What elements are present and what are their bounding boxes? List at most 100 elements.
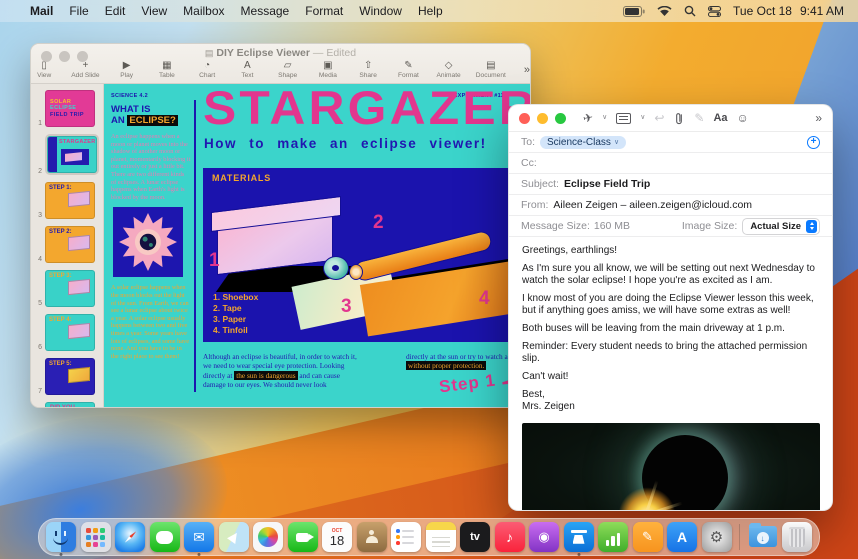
dock-item-maps[interactable] [218, 522, 249, 552]
menu-item[interactable]: Format [305, 4, 343, 18]
dock-item-notes[interactable] [425, 522, 456, 552]
wifi-icon[interactable] [657, 5, 672, 17]
toolbar-overflow-chevron[interactable]: » [524, 64, 530, 76]
toolbar-button-label: Chart [199, 72, 216, 79]
menu-item[interactable]: File [69, 4, 88, 18]
eclipse-photo-attachment[interactable] [522, 423, 820, 510]
dock-item-pages[interactable]: ✎ [632, 522, 663, 552]
dock-item-contacts[interactable] [356, 522, 387, 552]
dock-item-finder[interactable] [46, 522, 76, 556]
search-icon[interactable] [684, 5, 696, 17]
keynote-toolbar-button[interactable]: ▤ Document [476, 60, 506, 79]
document-proxy-icon[interactable]: ▤ [205, 48, 214, 58]
dock-item-downloads[interactable]: ↓ [748, 522, 778, 552]
image-size-dropdown[interactable]: Actual Size [742, 217, 820, 235]
slide-thumbnail-6[interactable]: STEP 4: [45, 314, 95, 351]
control-center-icon[interactable] [708, 5, 722, 17]
keynote-toolbar-button[interactable]: ▣ Media [315, 60, 341, 79]
menu-item[interactable]: Mailbox [183, 4, 224, 18]
slide-thumbnail-5[interactable]: STEP 3: [45, 270, 95, 307]
dock-item-trash[interactable] [782, 522, 812, 552]
add-recipient-button[interactable]: + [807, 135, 820, 149]
fonts-button[interactable]: Aa [713, 112, 727, 124]
minimize-button[interactable] [59, 51, 70, 62]
keynote-toolbar-button[interactable]: ▦ Table [154, 60, 180, 79]
toolbar-button-icon: A [244, 60, 251, 71]
slide-canvas[interactable]: SCIENCE 4.2 EXPERIMENT #11 WHAT IS AN EC… [104, 84, 530, 407]
keynote-toolbar-button[interactable]: + Add Slide [71, 60, 99, 79]
zoom-button[interactable] [555, 112, 566, 124]
keynote-toolbar-button[interactable]: ▱ Shape [275, 60, 301, 79]
menu-item[interactable]: View [141, 4, 167, 18]
keynote-toolbar-button[interactable]: ⇧ Share [355, 60, 381, 79]
recipient-token[interactable]: Science-Class ∨ [540, 135, 627, 149]
dock-item-safari[interactable] [115, 522, 145, 552]
send-options-chevron[interactable]: ∨ [602, 112, 607, 124]
menu-bar-time[interactable]: 9:41 AM [800, 4, 844, 18]
cc-field[interactable]: Cc: [509, 153, 832, 174]
materials-heading: MATERIALS [212, 173, 272, 183]
body-paragraph: Can't wait! [522, 371, 569, 382]
dock-item-podcasts[interactable]: ◉ [529, 522, 559, 552]
dock-item-calendar[interactable]: OCT 18 [322, 522, 352, 552]
reply-button[interactable]: ↩ [654, 112, 664, 124]
dock-item-keynote[interactable] [563, 522, 594, 556]
dock-item-messages[interactable] [149, 522, 180, 552]
dock-item-appstore[interactable]: A [667, 522, 697, 552]
dock-item-reminders[interactable] [391, 522, 421, 552]
menu-item[interactable]: Window [359, 4, 402, 18]
calendar-icon: OCT 18 [322, 522, 352, 552]
emoji-button[interactable]: ☺ [737, 112, 749, 124]
menu-item[interactable]: Help [418, 4, 443, 18]
keynote-toolbar-button[interactable]: ▶ Play [114, 60, 140, 79]
send-button[interactable]: ✈ [582, 110, 595, 126]
body-paragraph: As I'm sure you all know, we will be set… [522, 263, 815, 286]
menu-bar-date[interactable]: Tue Oct 18 [733, 4, 792, 18]
message-size-value: 160 MB [593, 220, 631, 232]
slide-thumbnail-8[interactable]: DID YOU KNOW [45, 402, 95, 407]
keynote-toolbar: ▯ View + Add Slide ▶ Play ▦ Table ◔ Char… [31, 60, 530, 79]
subject-field[interactable]: Subject: Eclipse Field Trip [509, 174, 832, 195]
dock-item-music[interactable]: ♪ [494, 522, 525, 552]
keynote-toolbar-button[interactable]: ◔ Chart [194, 60, 220, 79]
slide-number: 5 [38, 300, 42, 307]
dock-item-photos[interactable] [253, 522, 283, 552]
slide-thumbnail-1[interactable]: SOLAR ECLIPSE FIELD TRIP [45, 90, 95, 127]
menu-item[interactable]: Message [241, 4, 290, 18]
to-field[interactable]: To: Science-Class ∨ + [509, 132, 832, 153]
header-fields-button[interactable] [616, 112, 632, 124]
menu-app-name[interactable]: Mail [30, 4, 53, 18]
message-body[interactable]: Greetings, earthlings! As I'm sure you al… [509, 237, 832, 421]
compose-format-button[interactable]: ✎ [694, 112, 704, 124]
dock-item-launchpad[interactable] [80, 522, 111, 552]
dock-item-settings[interactable]: ⚙ [701, 522, 732, 552]
header-fields-chevron[interactable]: ∨ [640, 112, 645, 124]
toolbar-button-label: Play [120, 72, 134, 79]
toolbar-button-icon: ▦ [162, 60, 172, 71]
dock-item-numbers[interactable] [598, 522, 628, 552]
slide-thumbnail-3[interactable]: STEP 1: [45, 182, 95, 219]
materials-list-item: 3. Paper [213, 314, 247, 324]
notes-icon [425, 522, 456, 552]
close-button[interactable] [519, 112, 530, 124]
toolbar-overflow-chevron[interactable]: » [815, 111, 822, 125]
attach-button[interactable] [673, 112, 685, 125]
dock-item-appletv[interactable]: tv [460, 522, 490, 552]
keynote-toolbar-button[interactable]: ✎ Format [395, 60, 421, 79]
battery-icon[interactable] [623, 5, 645, 17]
keynote-toolbar-button[interactable]: ▯ View [31, 60, 57, 79]
podcasts-icon: ◉ [529, 522, 559, 552]
keynote-toolbar-button[interactable]: ◇ Animate [436, 60, 462, 79]
slide-thumbnail-4[interactable]: STEP 2: [45, 226, 95, 263]
close-button[interactable] [41, 51, 52, 62]
menu-item[interactable]: Edit [105, 4, 126, 18]
zoom-button[interactable] [77, 51, 88, 62]
slide-thumbnail-2-selected[interactable]: STARGAZER [47, 136, 97, 173]
from-field[interactable]: From: Aileen Zeigen – aileen.zeigen@iclo… [509, 195, 832, 216]
dock-item-mail[interactable]: ✉ [184, 522, 214, 556]
minimize-button[interactable] [537, 112, 548, 124]
sun-icon [119, 213, 177, 272]
dock-item-facetime[interactable] [287, 522, 318, 552]
slide-thumbnail-7[interactable]: STEP 5: [45, 358, 95, 395]
keynote-toolbar-button[interactable]: A Text [234, 60, 260, 79]
